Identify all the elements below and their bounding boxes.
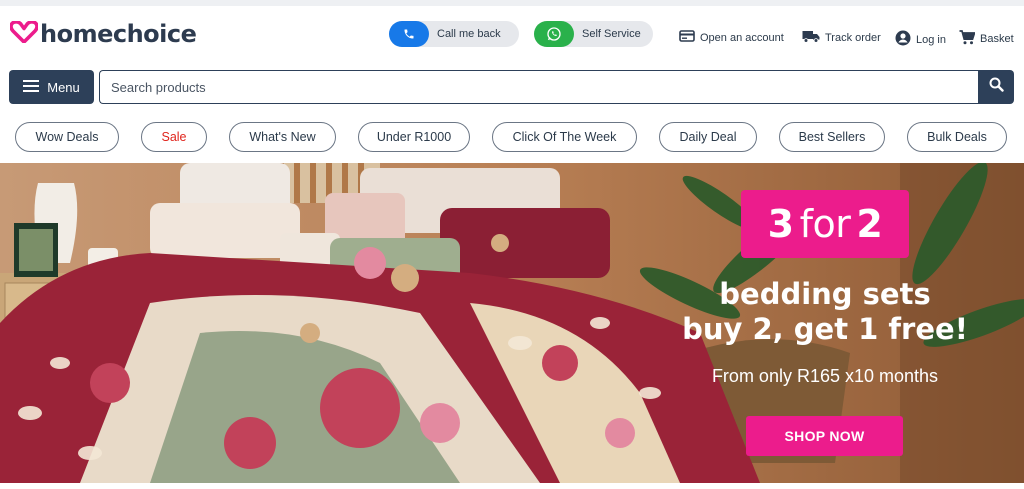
chip-wow-deals[interactable]: Wow Deals [15, 122, 119, 152]
open-account-label: Open an account [700, 31, 784, 44]
badge-word: for [799, 202, 851, 246]
hero-headline-line2: buy 2, get 1 free! [682, 312, 968, 346]
track-order-label: Track order [825, 32, 881, 44]
chip-under-r1000[interactable]: Under R1000 [358, 122, 470, 152]
site-header: homechoice Call me back Self Service Ope… [0, 6, 1024, 62]
track-order-link[interactable]: Track order [802, 30, 881, 46]
cart-icon [959, 30, 976, 48]
call-me-back-button[interactable]: Call me back [389, 21, 519, 47]
hero-headline-line1: bedding sets [719, 277, 931, 311]
self-service-button[interactable]: Self Service [534, 21, 653, 47]
menu-label: Menu [47, 79, 80, 95]
shop-now-button[interactable]: SHOP NOW [746, 416, 903, 456]
badge-number-two: 2 [856, 202, 883, 246]
homechoice-logo[interactable]: homechoice [9, 19, 197, 48]
heart-logo-icon [9, 19, 39, 48]
user-icon [895, 30, 911, 49]
chip-best-sellers[interactable]: Best Sellers [779, 122, 885, 152]
chip-sale[interactable]: Sale [141, 122, 207, 152]
open-account-link[interactable]: Open an account [679, 30, 784, 45]
truck-icon [802, 30, 820, 46]
chip-daily-deal[interactable]: Daily Deal [659, 122, 757, 152]
search-input[interactable] [99, 70, 978, 104]
self-service-label: Self Service [582, 28, 641, 40]
basket-label: Basket [980, 33, 1014, 45]
log-in-link[interactable]: Log in [895, 30, 946, 49]
search-button[interactable] [978, 70, 1014, 104]
hero-banner[interactable]: 3 for 2 bedding sets buy 2, get 1 free! … [0, 163, 1024, 483]
phone-icon [389, 21, 429, 47]
menu-button[interactable]: Menu [9, 70, 94, 104]
three-for-two-badge: 3 for 2 [741, 190, 909, 258]
search-icon [989, 77, 1004, 97]
log-in-label: Log in [916, 33, 946, 46]
hero-subtext: From only R165 x10 months [711, 366, 939, 386]
badge-number-one: 3 [767, 202, 794, 246]
chip-bulk-deals[interactable]: Bulk Deals [907, 122, 1007, 152]
chip-whats-new[interactable]: What's New [229, 122, 336, 152]
category-chips: Wow Deals Sale What's New Under R1000 Cl… [0, 119, 1024, 157]
logo-wordmark: homechoice [40, 20, 197, 48]
call-me-back-label: Call me back [437, 28, 501, 40]
basket-link[interactable]: Basket [959, 30, 1014, 48]
search-row: Menu [9, 70, 1014, 104]
whatsapp-icon [534, 21, 574, 47]
chip-click-of-the-week[interactable]: Click Of The Week [492, 122, 637, 152]
id-card-icon [679, 30, 695, 45]
hamburger-icon [23, 79, 40, 95]
